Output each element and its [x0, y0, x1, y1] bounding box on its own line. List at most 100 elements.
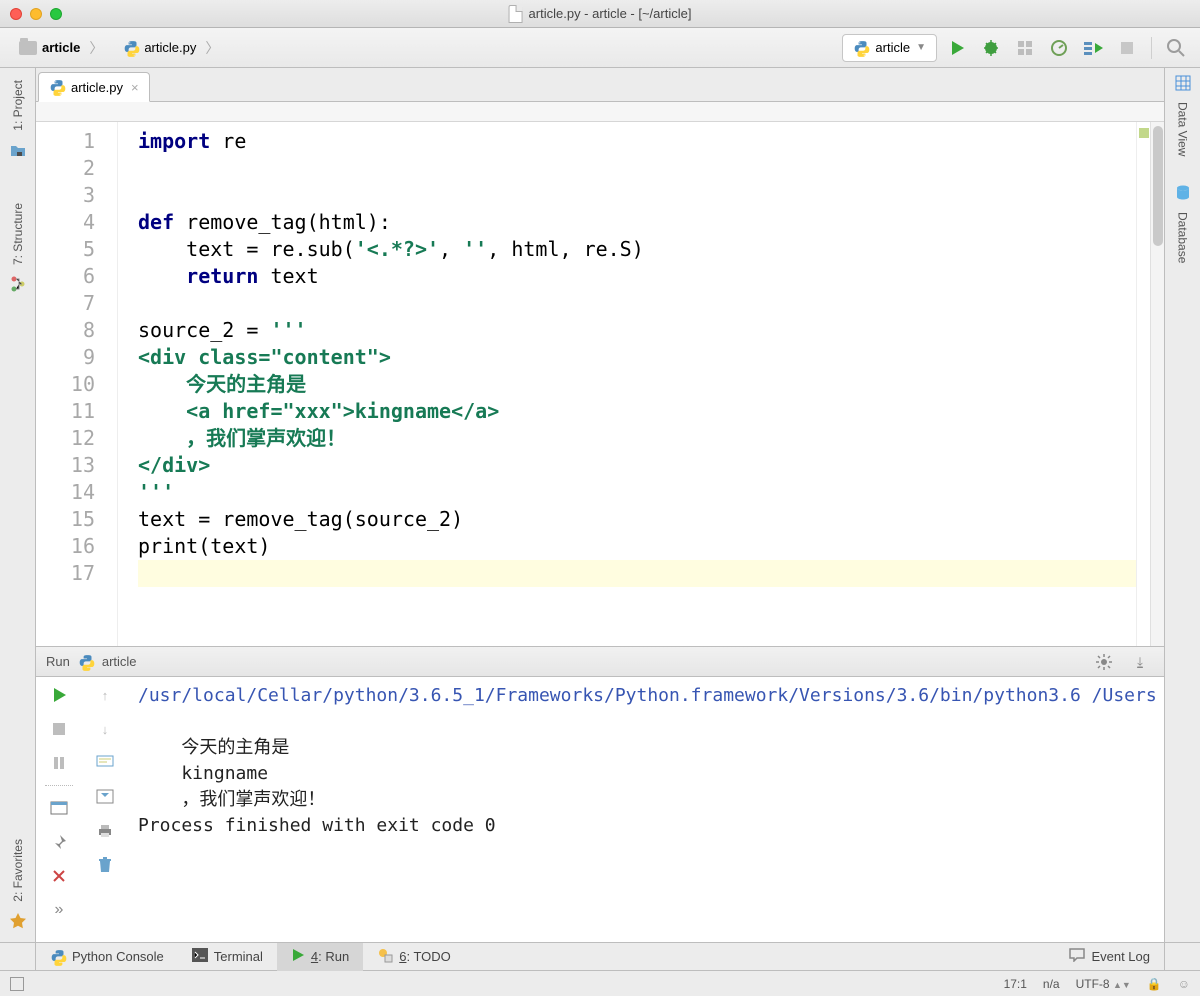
run-tool-window: Run article ⤓	[36, 646, 1164, 942]
tool-structure-tab[interactable]: 7: Structure	[11, 197, 25, 271]
run-config-selector[interactable]: article ▼	[842, 34, 937, 62]
window-title: article.py - article - [~/article]	[509, 5, 692, 23]
close-tab-icon[interactable]: ×	[131, 80, 139, 95]
titlebar: article.py - article - [~/article]	[0, 0, 1200, 28]
tab-todo-label: 6: TODO	[399, 949, 451, 964]
right-tool-sidebar: Data View Database	[1164, 68, 1200, 942]
tab-todo[interactable]: 6: TODO	[363, 943, 465, 971]
run-button[interactable]	[943, 34, 971, 62]
tab-python-console-label: Python Console	[72, 949, 164, 964]
main-area: 1: Project 7: Structure 2: Favorites	[0, 68, 1200, 942]
window-title-text: article.py - article - [~/article]	[529, 6, 692, 21]
stop-button[interactable]	[1113, 34, 1141, 62]
run-body: » ↑ ↓ /usr/local/Cellar/python/3.6.5_1/F…	[36, 677, 1164, 942]
structure-icon[interactable]	[9, 275, 27, 293]
run-left-toolbar: »	[36, 677, 82, 942]
minimize-window-button[interactable]	[30, 8, 42, 20]
toolbar-separator	[1151, 37, 1152, 59]
line-separator[interactable]: n/a	[1043, 977, 1060, 991]
zoom-window-button[interactable]	[50, 8, 62, 20]
dataview-icon[interactable]	[1174, 74, 1192, 92]
bottom-tool-tabs: Python Console Terminal 4: Run 6: TODO E…	[0, 942, 1200, 970]
run-right-toolbar: ↑ ↓	[82, 677, 128, 942]
more-button[interactable]: »	[47, 898, 71, 922]
editor-breadcrumb-strip	[36, 102, 1164, 122]
debug-button[interactable]	[977, 34, 1005, 62]
run-header: Run article ⤓	[36, 647, 1164, 677]
folder-icon	[19, 41, 37, 55]
tab-event-log[interactable]: Event Log	[1055, 943, 1164, 971]
wrap-button[interactable]	[93, 751, 117, 775]
tab-run-label: 4: Run	[311, 949, 349, 964]
status-toggle-button[interactable]	[10, 977, 24, 991]
editor-gutter: 1234567891011121314151617	[36, 122, 118, 646]
pin-button[interactable]	[47, 830, 71, 854]
run-config-label: article	[875, 40, 910, 55]
inspection-ok-icon	[1139, 128, 1149, 138]
up-button[interactable]: ↑	[93, 683, 117, 707]
editor-tab-article[interactable]: article.py ×	[38, 72, 150, 102]
window-controls	[10, 8, 62, 20]
tool-project-tab[interactable]: 1: Project	[11, 74, 25, 137]
breadcrumb-file[interactable]: article.py 〉	[114, 34, 230, 62]
tab-run[interactable]: 4: Run	[277, 943, 363, 971]
pause-button[interactable]	[47, 751, 71, 775]
tool-dataview-tab[interactable]: Data View	[1176, 96, 1190, 162]
run-icon	[291, 948, 305, 965]
caret-position[interactable]: 17:1	[1004, 977, 1027, 991]
toolbar-separator	[45, 785, 73, 786]
file-icon	[509, 5, 523, 23]
code-editor[interactable]: 1234567891011121314151617 import re def …	[36, 122, 1164, 646]
run-output[interactable]: /usr/local/Cellar/python/3.6.5_1/Framewo…	[128, 677, 1164, 942]
print-button[interactable]	[93, 819, 117, 843]
down-button[interactable]: ↓	[93, 717, 117, 741]
database-icon[interactable]	[1174, 184, 1192, 202]
breadcrumbs: article 〉 article.py 〉	[10, 34, 230, 62]
run-settings-icon[interactable]	[1090, 648, 1118, 676]
favorites-star-icon[interactable]	[9, 912, 27, 930]
python-icon	[50, 949, 66, 965]
search-everywhere-button[interactable]	[1162, 34, 1190, 62]
run-hide-icon[interactable]: ⤓	[1126, 648, 1154, 676]
tool-project-label: 1: Project	[11, 80, 25, 131]
run-command-line: /usr/local/Cellar/python/3.6.5_1/Framewo…	[138, 683, 1154, 709]
python-icon	[853, 40, 869, 56]
stop-run-button[interactable]	[47, 717, 71, 741]
tool-database-tab[interactable]: Database	[1176, 206, 1190, 269]
navigation-bar: article 〉 article.py 〉 article ▼	[0, 28, 1200, 68]
vertical-scrollbar[interactable]	[1150, 122, 1164, 646]
rerun-button[interactable]	[47, 683, 71, 707]
run-stdout: 今天的主角是 kingname ，我们掌声欢迎！	[138, 709, 1154, 813]
close-window-button[interactable]	[10, 8, 22, 20]
tool-favorites-label: 2: Favorites	[11, 839, 25, 902]
lock-icon[interactable]: 🔒	[1147, 977, 1162, 991]
chevron-right-icon: 〉	[89, 38, 103, 58]
error-stripe[interactable]	[1136, 122, 1150, 646]
todo-icon	[377, 947, 393, 966]
run-exit-line: Process finished with exit code 0	[138, 813, 1154, 839]
breadcrumb-project-label: article	[42, 40, 80, 55]
left-tool-sidebar: 1: Project 7: Structure 2: Favorites	[0, 68, 36, 942]
tool-favorites-tab[interactable]: 2: Favorites	[11, 833, 25, 908]
close-run-button[interactable]	[47, 864, 71, 888]
project-icon[interactable]	[9, 141, 27, 159]
trash-button[interactable]	[93, 853, 117, 877]
scrollbar-thumb[interactable]	[1153, 126, 1163, 246]
file-encoding[interactable]: UTF-8 ▲▼	[1076, 977, 1131, 991]
tab-event-log-label: Event Log	[1091, 949, 1150, 964]
profile-button[interactable]	[1045, 34, 1073, 62]
status-bar: 17:1 n/a UTF-8 ▲▼ 🔒 ☺	[0, 970, 1200, 996]
coverage-button[interactable]	[1011, 34, 1039, 62]
concurrent-button[interactable]	[1079, 34, 1107, 62]
code-area[interactable]: import re def remove_tag(html): text = r…	[118, 122, 1136, 646]
event-log-icon	[1069, 948, 1085, 965]
tab-python-console[interactable]: Python Console	[36, 943, 178, 971]
dropdown-triangle-icon: ▼	[916, 42, 926, 53]
chevron-right-icon: 〉	[205, 38, 219, 58]
layout-button[interactable]	[47, 796, 71, 820]
scroll-button[interactable]	[93, 785, 117, 809]
inspector-icon[interactable]: ☺	[1178, 977, 1190, 991]
tab-terminal[interactable]: Terminal	[178, 943, 277, 971]
breadcrumb-project[interactable]: article 〉	[10, 34, 114, 62]
editor-tab-label: article.py	[71, 80, 123, 95]
